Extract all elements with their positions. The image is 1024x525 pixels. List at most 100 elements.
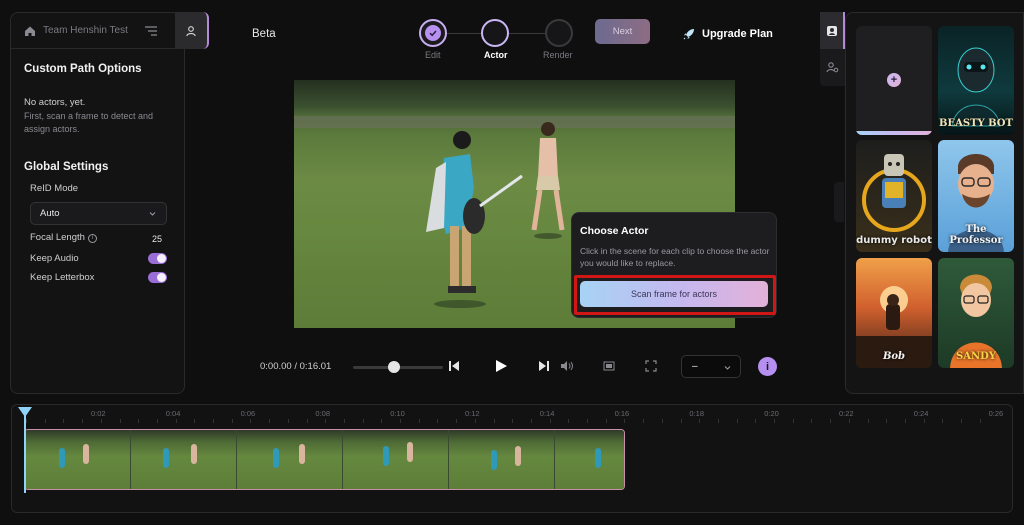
ruler-label: 0:24 — [913, 409, 929, 418]
clip-frame — [237, 430, 343, 489]
ruler-tick — [811, 419, 813, 423]
workspace-name: Team Henshin Test — [43, 25, 128, 36]
ruler-tick — [624, 419, 626, 423]
ruler-tick — [530, 419, 532, 423]
user-tab[interactable] — [175, 12, 209, 49]
timeline[interactable]: 0:02 0:04 0:06 0:08 0:10 0:12 0:14 0:16 0:18 0:20… — [11, 404, 1013, 513]
play-icon[interactable] — [493, 358, 509, 374]
ruler-tick — [643, 419, 645, 423]
ruler-tick — [979, 419, 981, 423]
ruler-tick — [456, 419, 458, 423]
info-icon[interactable]: i — [87, 234, 97, 243]
keep-letterbox-label: Keep Letterbox — [30, 272, 95, 283]
beta-label: Beta — [252, 28, 276, 40]
focal-length-label: Focal Length i — [30, 232, 97, 243]
ruler-tick — [213, 419, 214, 423]
video-clip[interactable] — [24, 429, 625, 490]
focal-length-value[interactable]: 25 — [152, 234, 162, 244]
ruler-tick — [699, 419, 701, 423]
ruler-tick — [362, 419, 364, 423]
add-actor-tile[interactable]: + — [856, 26, 932, 135]
skip-forward-icon[interactable] — [537, 359, 551, 373]
ruler-tick — [493, 419, 495, 423]
tile-caption: SANDY — [956, 351, 996, 362]
info-button[interactable]: i — [758, 357, 777, 376]
speed-select[interactable]: – — [681, 355, 741, 378]
ruler-tick — [343, 419, 345, 423]
gallery-collapse-handle[interactable] — [834, 182, 844, 222]
step-render[interactable] — [545, 19, 573, 47]
no-actors-title: No actors, yet. — [24, 97, 86, 108]
ruler-tick — [512, 419, 514, 423]
ruler-tick — [269, 419, 271, 423]
ruler-label: 0:04 — [165, 409, 181, 418]
step-actor[interactable] — [481, 19, 509, 47]
skip-back-icon[interactable] — [447, 359, 461, 373]
actor-tile[interactable]: The Professor — [938, 140, 1014, 252]
fullscreen-icon[interactable] — [645, 360, 657, 372]
tile-caption: BEASTY BOT — [939, 118, 1013, 129]
ruler-tick — [923, 419, 925, 423]
menu-icon[interactable] — [144, 25, 158, 37]
step-edit[interactable] — [419, 19, 447, 47]
ruler-tick — [587, 419, 588, 423]
actor-library-tab[interactable] — [820, 12, 845, 49]
upgrade-plan-button[interactable]: Upgrade Plan — [682, 27, 773, 41]
ruler-tick — [287, 419, 289, 423]
actor-tile[interactable]: BEASTY BOT — [938, 26, 1014, 135]
ruler-tick — [848, 419, 850, 423]
player-controls: 0:00.00 / 0:16.01 – i — [251, 352, 778, 382]
volume-icon[interactable] — [560, 360, 574, 372]
next-button[interactable]: Next — [595, 19, 650, 44]
ruler-tick — [568, 419, 570, 423]
ruler-tick — [755, 419, 757, 423]
user-settings-tab[interactable] — [820, 52, 845, 82]
ruler-tick — [381, 419, 383, 423]
ruler-tick — [63, 419, 65, 423]
add-tile-accent — [856, 131, 932, 135]
scan-frame-button[interactable]: Scan frame for actors — [580, 281, 768, 307]
ruler-label: 0:16 — [614, 409, 630, 418]
portrait-icon — [826, 25, 837, 36]
aspect-ratio-icon[interactable] — [603, 361, 615, 371]
step-connector — [447, 33, 481, 34]
actor-tile[interactable]: SANDY — [938, 258, 1014, 368]
ruler-tick — [44, 419, 46, 423]
ruler-label: 0:22 — [839, 409, 854, 418]
ruler-tick — [231, 419, 233, 423]
ruler-tick — [549, 419, 551, 423]
ruler-label: 0:14 — [539, 409, 555, 418]
ruler-tick — [474, 419, 476, 423]
ruler-tick — [717, 419, 719, 423]
choose-actor-popup: Choose Actor Click in the scene for each… — [571, 212, 777, 318]
clip-frame — [343, 430, 449, 489]
clip-frame — [449, 430, 555, 489]
ruler-tick — [418, 419, 420, 423]
actor-tile[interactable]: Bob — [856, 258, 932, 368]
ruler-tick — [100, 419, 102, 423]
actor-figure-swordsman — [426, 131, 523, 308]
step-label-actor: Actor — [484, 50, 508, 60]
workspace-selector[interactable]: Team Henshin Test — [11, 13, 184, 49]
ruler-label: 0:26 — [988, 409, 1004, 418]
ruler-tick — [661, 419, 663, 423]
keep-letterbox-toggle[interactable] — [148, 272, 167, 283]
check-icon — [429, 30, 437, 37]
ruler-label: 0:06 — [240, 409, 256, 418]
keep-audio-label: Keep Audio — [30, 253, 79, 264]
ruler-label: 0:02 — [91, 409, 106, 418]
step-label-edit: Edit — [425, 50, 441, 60]
playhead[interactable] — [24, 413, 26, 493]
ruler-label: 0:12 — [465, 409, 480, 418]
seek-handle[interactable] — [388, 361, 400, 373]
clip-frame — [131, 430, 237, 489]
playhead-handle-icon[interactable] — [18, 407, 32, 417]
ruler-tick — [175, 419, 177, 423]
keep-audio-toggle[interactable] — [148, 253, 167, 264]
reid-mode-select[interactable]: Auto — [30, 202, 167, 225]
tile-caption: Bob — [882, 351, 906, 362]
ruler-tick — [156, 419, 158, 423]
actor-tile[interactable]: dummy robot — [856, 140, 932, 252]
ruler-label: 0:10 — [390, 409, 405, 418]
video-trees — [294, 80, 735, 118]
